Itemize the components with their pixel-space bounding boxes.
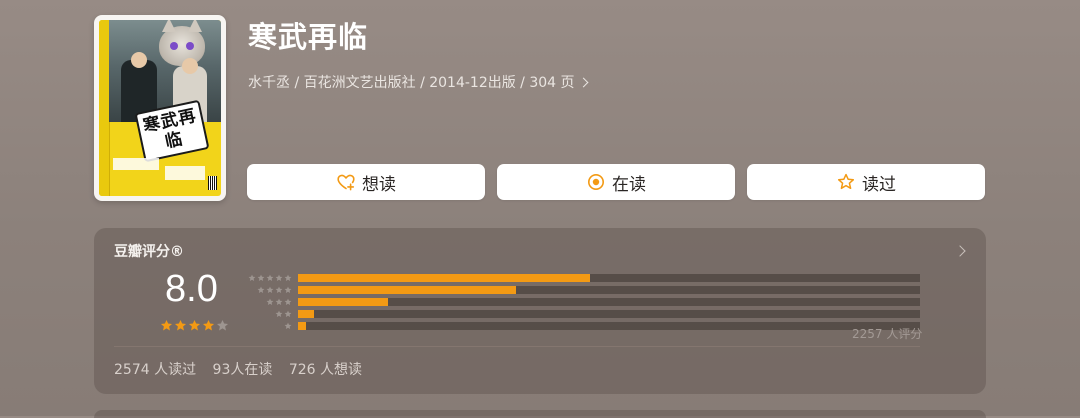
- reading-label: 在读: [612, 174, 646, 195]
- bar-star-label: [244, 274, 298, 282]
- want-to-read-button[interactable]: 想读: [247, 164, 485, 200]
- rating-count: 2257 人评分: [852, 327, 923, 341]
- rating-bar-5-star: [244, 272, 920, 283]
- star-filled-icon: [174, 319, 187, 331]
- rating-bar-4-star: [244, 284, 920, 295]
- cover-cat-illustration: [159, 20, 205, 66]
- star-icon: [275, 298, 283, 305]
- cover-figure-head: [131, 52, 147, 68]
- bar-star-label: [244, 286, 298, 294]
- bar-track: [298, 273, 920, 282]
- rating-bar-2-star: [244, 308, 920, 319]
- bar-star-label: [244, 322, 298, 330]
- star-icon: [275, 286, 283, 293]
- book-meta-text: 水千丞 / 百花洲文艺出版社 / 2014-12出版 / 304 页: [248, 75, 575, 91]
- read-count: 2574 人读过: [114, 362, 197, 378]
- bar-fill: [298, 309, 314, 318]
- rating-header: 豆瓣评分®: [114, 244, 184, 260]
- cover-image: 寒武再临: [99, 20, 221, 196]
- rating-card[interactable]: 豆瓣评分® 8.0 2257 人评分 2574 人读过 93人在读 726 人想…: [94, 228, 986, 394]
- bar-star-label: [244, 298, 298, 306]
- rating-stars: [160, 319, 230, 332]
- bar-track: [298, 297, 920, 306]
- star-filled-icon: [188, 319, 201, 331]
- star-icon: [266, 286, 274, 293]
- book-cover[interactable]: 寒武再临: [94, 15, 226, 201]
- circle-dot-icon: [588, 174, 604, 190]
- star-icon: [266, 298, 274, 305]
- rating-score: 8.0: [165, 268, 218, 310]
- bar-fill: [298, 321, 306, 330]
- star-icon: [275, 274, 283, 281]
- next-card-edge: [94, 410, 986, 418]
- star-icon: [284, 322, 292, 329]
- star-icon: [248, 274, 256, 281]
- book-meta-link[interactable]: 水千丞 / 百花洲文艺出版社 / 2014-12出版 / 304 页: [248, 72, 588, 92]
- cover-blurb: [165, 166, 205, 180]
- bar-track: [298, 285, 920, 294]
- star-icon: [257, 274, 265, 281]
- reader-stats: 2574 人读过 93人在读 726 人想读: [114, 359, 362, 379]
- bar-fill: [298, 297, 388, 306]
- cat-eye: [186, 42, 194, 50]
- cover-figure-head: [182, 58, 198, 74]
- divider: [114, 346, 920, 347]
- star-icon: [257, 286, 265, 293]
- star-empty-icon: [216, 319, 229, 331]
- star-filled-icon: [202, 319, 215, 331]
- reading-count: 93人在读: [212, 362, 273, 378]
- star-outline-icon: [837, 173, 855, 190]
- chevron-right-icon: [578, 77, 588, 88]
- bar-star-label: [244, 310, 298, 318]
- book-title: 寒武再临: [248, 20, 369, 54]
- rating-bar-3-star: [244, 296, 920, 307]
- bar-fill: [298, 273, 590, 282]
- rating-distribution: [244, 272, 920, 332]
- have-read-button[interactable]: 读过: [747, 164, 985, 200]
- star-icon: [284, 286, 292, 293]
- rating-bar-1-star: [244, 320, 920, 331]
- cat-eye: [170, 42, 178, 50]
- star-icon: [275, 310, 283, 317]
- bar-fill: [298, 285, 516, 294]
- want-count: 726 人想读: [288, 362, 362, 378]
- cover-blurb: [113, 158, 159, 170]
- want-to-read-label: 想读: [362, 174, 396, 195]
- star-icon: [284, 298, 292, 305]
- star-icon: [284, 310, 292, 317]
- bar-track: [298, 309, 920, 318]
- heart-plus-icon: [337, 174, 355, 191]
- star-icon: [266, 274, 274, 281]
- cover-barcode: [208, 176, 217, 190]
- star-filled-icon: [160, 319, 173, 331]
- chevron-right-icon[interactable]: [954, 245, 966, 257]
- star-icon: [284, 274, 292, 281]
- have-read-label: 读过: [862, 174, 896, 195]
- reading-button[interactable]: 在读: [497, 164, 735, 200]
- bar-track: [298, 321, 920, 330]
